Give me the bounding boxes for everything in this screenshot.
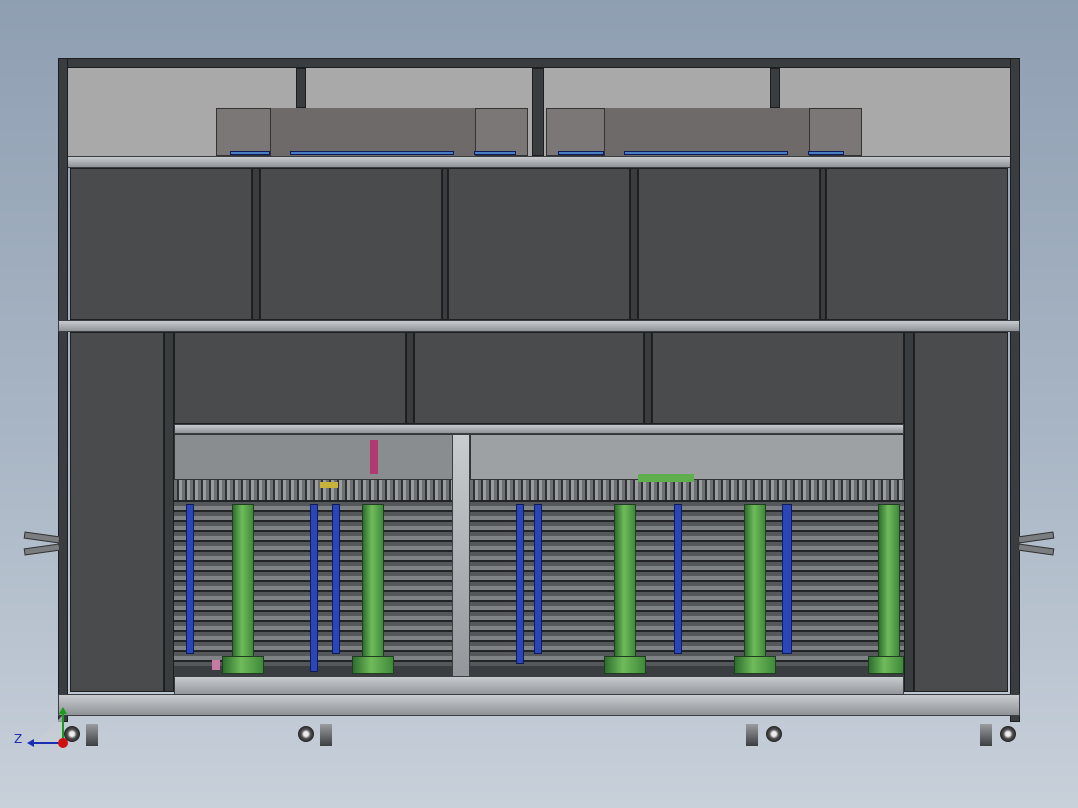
axis-label-z: Z — [14, 732, 23, 746]
top-post-3 — [770, 68, 780, 108]
right-post — [1010, 58, 1020, 722]
inner-divider-1 — [406, 332, 414, 424]
base-frame — [58, 694, 1020, 716]
actuator-2a — [310, 504, 318, 672]
bay-mechanism-strip — [174, 480, 904, 500]
upper-beam — [58, 156, 1020, 168]
cylinder-module-5 — [878, 504, 900, 674]
actuator-2b — [332, 504, 340, 654]
upper-panel-4 — [638, 168, 820, 320]
actuator-4a — [674, 504, 682, 654]
top-housing-left-center — [270, 108, 476, 156]
bay-bottom-rail — [174, 676, 904, 696]
actuator-3a — [516, 504, 524, 664]
caster-wheel-icon — [766, 726, 782, 742]
view-triad[interactable]: Z — [14, 706, 74, 752]
leveling-foot-icon — [86, 724, 98, 746]
magenta-block-2 — [370, 440, 378, 474]
top-strip-2 — [290, 151, 454, 155]
machinery-bay[interactable] — [174, 424, 904, 696]
lower-left-post — [164, 332, 174, 692]
lower-right-post — [904, 332, 914, 692]
upper-panel-2 — [260, 168, 442, 320]
top-rail — [58, 58, 1020, 68]
inner-divider-2 — [644, 332, 652, 424]
cylinder-module-1 — [232, 504, 254, 674]
upper-divider-2 — [442, 168, 448, 320]
cylinder-base-1 — [222, 656, 264, 674]
bay-top-beam — [174, 424, 904, 434]
top-strip-3 — [474, 151, 516, 155]
top-strip-1 — [230, 151, 270, 155]
upper-divider-1 — [252, 168, 260, 320]
inner-panel-1 — [174, 332, 406, 424]
caster-wheel-icon — [298, 726, 314, 742]
top-post-2 — [532, 68, 544, 156]
lower-right-panel — [914, 332, 1008, 692]
actuator-1a — [186, 504, 194, 654]
triad-axes-icon — [27, 707, 68, 748]
cylinder-module-3 — [614, 504, 636, 674]
upper-panel-1 — [70, 168, 252, 320]
left-post — [58, 58, 68, 722]
yellow-detail — [320, 482, 338, 488]
leveling-foot-icon — [980, 724, 992, 746]
actuator-3b — [534, 504, 542, 654]
inner-panel-2 — [414, 332, 644, 424]
cylinder-module-4 — [744, 504, 766, 674]
lower-left-panel — [70, 332, 164, 692]
left-handle-icon[interactable] — [23, 530, 61, 556]
inner-panel-3 — [652, 332, 904, 424]
bay-center-post — [452, 434, 470, 696]
leveling-foot-icon — [746, 724, 758, 746]
right-handle-icon[interactable] — [1017, 530, 1055, 556]
machine-assembly[interactable] — [58, 58, 1020, 722]
leveling-foot-icon — [320, 724, 332, 746]
cylinder-base-4 — [734, 656, 776, 674]
cylinder-base-5 — [868, 656, 904, 674]
middle-beam — [58, 320, 1020, 332]
upper-panel-5 — [826, 168, 1008, 320]
top-strip-4 — [558, 151, 604, 155]
upper-panel-3 — [448, 168, 630, 320]
top-strip-5 — [624, 151, 788, 155]
bay-feeder — [174, 434, 454, 480]
top-post-1 — [296, 68, 306, 108]
green-bracket — [638, 474, 694, 482]
cylinder-base-3 — [604, 656, 646, 674]
actuator-4b — [782, 504, 792, 654]
top-housing-right-center — [604, 108, 810, 156]
upper-divider-4 — [820, 168, 826, 320]
caster-wheel-icon — [1000, 726, 1016, 742]
top-strip-6 — [808, 151, 844, 155]
upper-divider-3 — [630, 168, 638, 320]
pink-coupling-1 — [212, 660, 220, 670]
cylinder-module-2 — [362, 504, 384, 674]
cylinder-base-2 — [352, 656, 394, 674]
